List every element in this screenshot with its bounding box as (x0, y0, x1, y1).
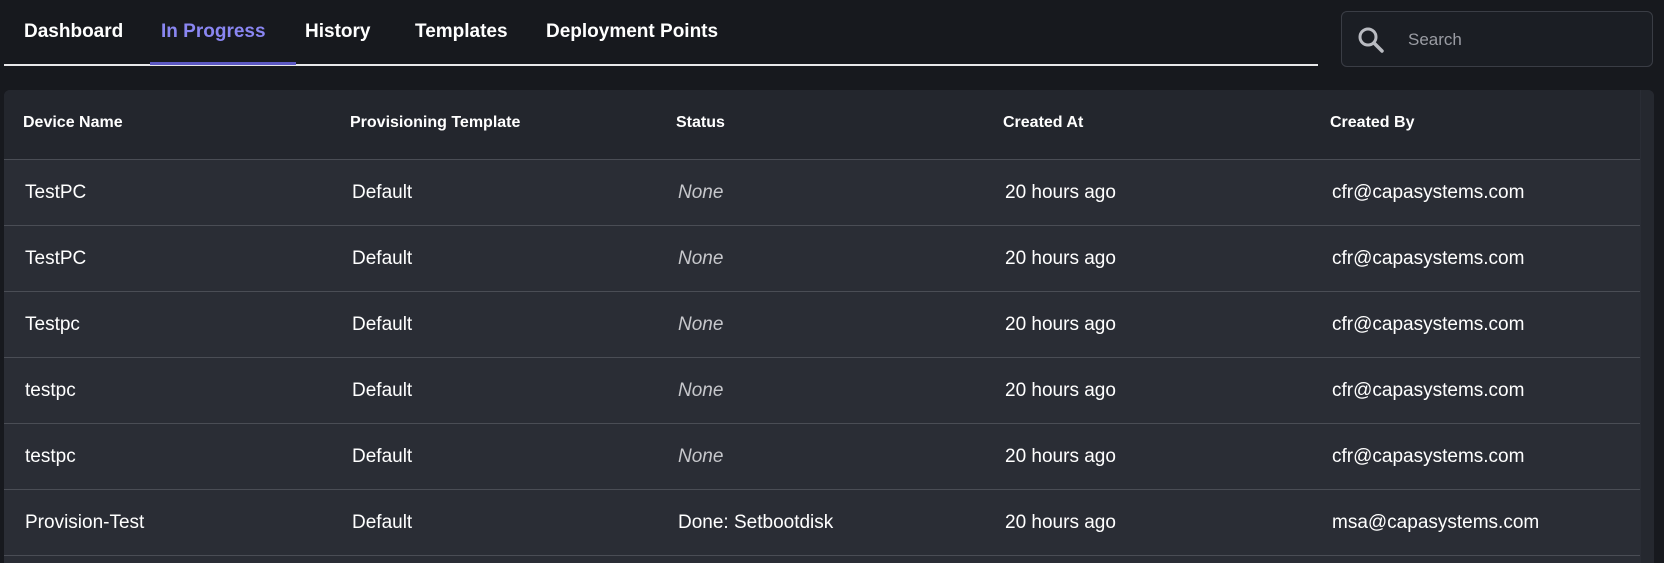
active-tab-indicator (150, 62, 296, 65)
column-header-provisioning-template[interactable]: Provisioning Template (350, 90, 520, 159)
device-name-cell: Provision-Test (25, 512, 145, 533)
created-by-cell: msa@capasystems.com (1332, 512, 1540, 533)
created-at-cell: 20 hours ago (1005, 248, 1116, 269)
table-row[interactable]: testpc Default None 20 hours ago cfr@cap… (4, 358, 1640, 424)
created-by-cell: cfr@capasystems.com (1332, 380, 1525, 401)
created-by-cell: cfr@capasystems.com (1332, 182, 1525, 203)
template-cell: Default (352, 380, 413, 401)
device-name-cell: TestPC (25, 248, 87, 269)
template-cell: Default (352, 446, 413, 467)
table-scrollbar[interactable] (1641, 90, 1654, 563)
table-row[interactable]: testpc Default None 20 hours ago cfr@cap… (4, 424, 1640, 490)
status-cell: Done: Setbootdisk (678, 512, 834, 533)
created-by-cell: cfr@capasystems.com (1332, 446, 1525, 467)
top-navigation-bar: Dashboard In Progress History Templates … (0, 0, 1664, 84)
created-at-cell: 20 hours ago (1005, 512, 1116, 533)
table-row[interactable]: TestPC Default None 20 hours ago cfr@cap… (4, 160, 1640, 226)
created-at-cell: 20 hours ago (1005, 182, 1116, 203)
tab-dashboard[interactable]: Dashboard (24, 0, 123, 64)
template-cell: Default (352, 182, 413, 203)
created-at-cell: 20 hours ago (1005, 314, 1116, 335)
status-cell: None (678, 380, 724, 401)
template-cell: Default (352, 314, 413, 335)
device-name-cell: Testpc (25, 314, 80, 335)
created-at-cell: 20 hours ago (1005, 446, 1116, 467)
created-by-cell: cfr@capasystems.com (1332, 248, 1525, 269)
device-name-cell: testpc (25, 380, 76, 401)
tab-deployment-points[interactable]: Deployment Points (546, 0, 718, 64)
status-cell: None (678, 248, 724, 269)
search-box[interactable] (1341, 11, 1653, 67)
search-input[interactable] (1406, 20, 1640, 60)
status-cell: None (678, 446, 724, 467)
tab-history[interactable]: History (305, 0, 370, 64)
template-cell: Default (352, 512, 413, 533)
tab-templates[interactable]: Templates (415, 0, 508, 64)
created-at-cell: 20 hours ago (1005, 380, 1116, 401)
column-header-created-by[interactable]: Created By (1330, 90, 1414, 159)
column-header-created-at[interactable]: Created At (1003, 90, 1083, 159)
search-icon (1356, 25, 1386, 55)
status-cell: None (678, 314, 724, 335)
table-row[interactable]: Testpc Default None 20 hours ago cfr@cap… (4, 292, 1640, 358)
column-header-device-name[interactable]: Device Name (23, 90, 123, 159)
device-name-cell: TestPC (25, 182, 87, 203)
status-cell: None (678, 182, 724, 203)
column-header-status[interactable]: Status (676, 90, 725, 159)
provisioning-table: Device Name Provisioning Template Status… (4, 90, 1640, 556)
created-by-cell: cfr@capasystems.com (1332, 314, 1525, 335)
table-row[interactable]: TestPC Default None 20 hours ago cfr@cap… (4, 226, 1640, 292)
table-row[interactable]: Provision-Test Default Done: Setbootdisk… (4, 490, 1640, 556)
tab-bar: Dashboard In Progress History Templates … (4, 0, 1318, 66)
template-cell: Default (352, 248, 413, 269)
provisioning-table-panel: Device Name Provisioning Template Status… (4, 90, 1654, 563)
tab-in-progress[interactable]: In Progress (161, 0, 266, 64)
device-name-cell: testpc (25, 446, 76, 467)
table-header: Device Name Provisioning Template Status… (4, 90, 1640, 160)
